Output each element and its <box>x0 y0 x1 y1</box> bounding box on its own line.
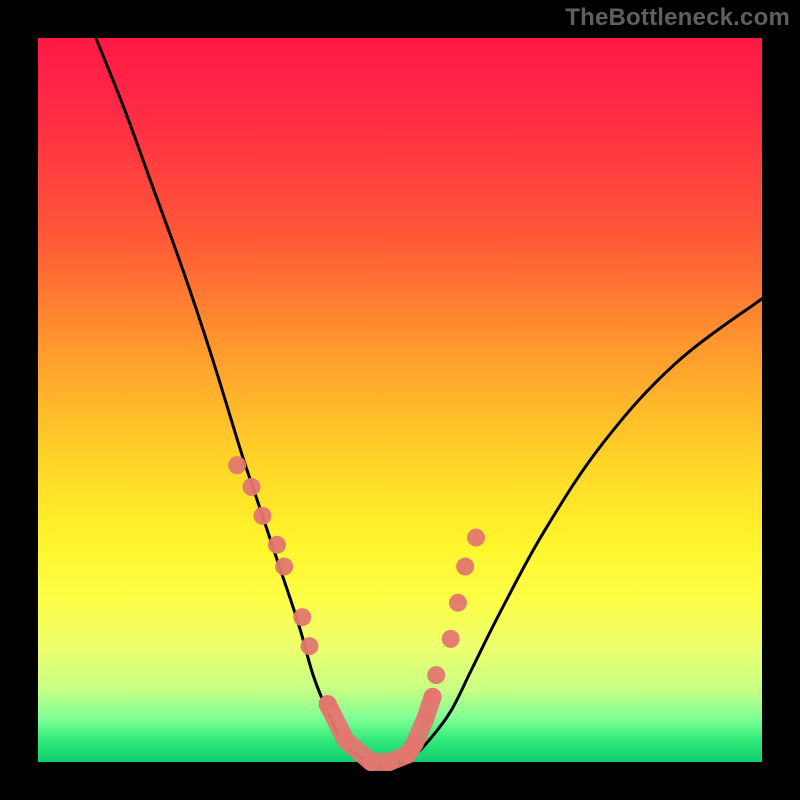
highlight-marker <box>442 630 460 648</box>
highlight-marker <box>449 594 467 612</box>
highlight-marker <box>243 478 261 496</box>
highlight-marker <box>275 558 293 576</box>
plot-area <box>38 38 762 762</box>
curve-svg <box>38 38 762 762</box>
highlight-marker <box>405 735 423 753</box>
highlight-marker <box>268 536 286 554</box>
highlight-marker <box>416 710 434 728</box>
highlight-marker <box>228 456 246 474</box>
marker-group <box>228 456 485 771</box>
highlight-marker <box>293 608 311 626</box>
highlight-marker <box>337 731 355 749</box>
watermark-text: TheBottleneck.com <box>565 4 790 32</box>
highlight-marker <box>380 753 398 771</box>
highlight-marker <box>301 637 319 655</box>
highlight-marker <box>253 507 271 525</box>
chart-root: TheBottleneck.com <box>0 0 800 800</box>
highlight-marker <box>427 666 445 684</box>
highlight-marker <box>456 558 474 576</box>
highlight-marker <box>424 688 442 706</box>
highlight-marker <box>362 753 380 771</box>
curve-path <box>96 38 762 763</box>
highlight-marker <box>319 695 337 713</box>
highlight-marker <box>467 529 485 547</box>
bottleneck-curve <box>96 38 762 763</box>
